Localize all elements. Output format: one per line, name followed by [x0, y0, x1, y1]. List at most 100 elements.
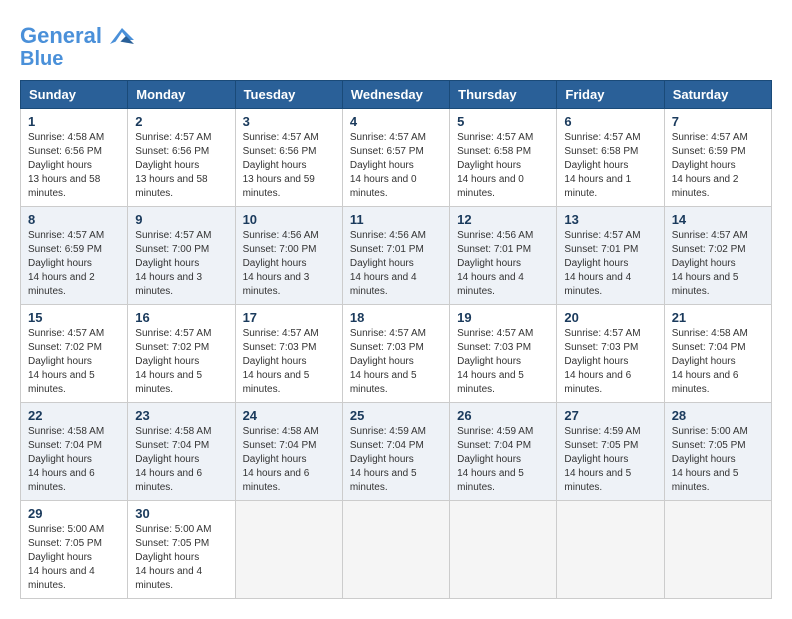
table-row — [664, 501, 771, 599]
day-info: Sunrise: 4:58 AMSunset: 6:56 PMDaylight … — [28, 131, 120, 201]
logo-icon — [106, 20, 138, 52]
day-number: 5 — [457, 114, 549, 129]
day-info: Sunrise: 4:57 AMSunset: 7:03 PMDaylight … — [457, 327, 549, 397]
day-number: 17 — [243, 310, 335, 325]
day-number: 22 — [28, 408, 120, 423]
weekday-header-tuesday: Tuesday — [235, 81, 342, 109]
day-info: Sunrise: 4:57 AMSunset: 7:03 PMDaylight … — [564, 327, 656, 397]
day-number: 14 — [672, 212, 764, 227]
table-row: 25 Sunrise: 4:59 AMSunset: 7:04 PMDayligh… — [342, 403, 449, 501]
day-info: Sunrise: 4:57 AMSunset: 7:02 PMDaylight … — [28, 327, 120, 397]
table-row: 28 Sunrise: 5:00 AMSunset: 7:05 PMDayligh… — [664, 403, 771, 501]
day-info: Sunrise: 4:57 AMSunset: 7:00 PMDaylight … — [135, 229, 227, 299]
day-number: 19 — [457, 310, 549, 325]
table-row: 14 Sunrise: 4:57 AMSunset: 7:02 PMDayligh… — [664, 207, 771, 305]
table-row: 29 Sunrise: 5:00 AMSunset: 7:05 PMDayligh… — [21, 501, 128, 599]
day-number: 18 — [350, 310, 442, 325]
table-row: 30Sunrise: 5:00 AMSunset: 7:05 PMDayligh… — [128, 501, 235, 599]
day-number: 11 — [350, 212, 442, 227]
day-number: 4 — [350, 114, 442, 129]
table-row: 27Sunrise: 4:59 AMSunset: 7:05 PMDayligh… — [557, 403, 664, 501]
table-row: 1 Sunrise: 4:58 AMSunset: 6:56 PMDaylight… — [21, 109, 128, 207]
day-info: Sunrise: 4:59 AMSunset: 7:05 PMDaylight … — [564, 425, 656, 495]
day-number: 10 — [243, 212, 335, 227]
table-row: 19 Sunrise: 4:57 AMSunset: 7:03 PMDayligh… — [450, 305, 557, 403]
day-number: 1 — [28, 114, 120, 129]
day-info: Sunrise: 4:58 AMSunset: 7:04 PMDaylight … — [672, 327, 764, 397]
day-info: Sunrise: 4:58 AMSunset: 7:04 PMDaylight … — [28, 425, 120, 495]
day-info: Sunrise: 4:57 AMSunset: 6:57 PMDaylight … — [350, 131, 442, 201]
day-info: Sunrise: 4:57 AMSunset: 7:03 PMDaylight … — [243, 327, 335, 397]
table-row: 4 Sunrise: 4:57 AMSunset: 6:57 PMDaylight… — [342, 109, 449, 207]
day-info: Sunrise: 5:00 AMSunset: 7:05 PMDaylight … — [28, 523, 120, 593]
day-number: 29 — [28, 506, 120, 521]
table-row: 24 Sunrise: 4:58 AMSunset: 7:04 PMDayligh… — [235, 403, 342, 501]
day-number: 28 — [672, 408, 764, 423]
table-row: 22 Sunrise: 4:58 AMSunset: 7:04 PMDayligh… — [21, 403, 128, 501]
day-number: 6 — [564, 114, 656, 129]
table-row: 7Sunrise: 4:57 AMSunset: 6:59 PMDaylight… — [664, 109, 771, 207]
table-row: 12 Sunrise: 4:56 AMSunset: 7:01 PMDayligh… — [450, 207, 557, 305]
day-info: Sunrise: 4:57 AMSunset: 6:59 PMDaylight … — [672, 131, 764, 201]
day-info: Sunrise: 5:00 AMSunset: 7:05 PMDaylight … — [135, 523, 227, 593]
weekday-header-saturday: Saturday — [664, 81, 771, 109]
day-info: Sunrise: 4:57 AMSunset: 7:01 PMDaylight … — [564, 229, 656, 299]
table-row: 11 Sunrise: 4:56 AMSunset: 7:01 PMDayligh… — [342, 207, 449, 305]
day-info: Sunrise: 4:57 AMSunset: 6:56 PMDaylight … — [135, 131, 227, 201]
day-number: 26 — [457, 408, 549, 423]
logo-text: General — [20, 24, 102, 48]
day-info: Sunrise: 4:57 AMSunset: 7:02 PMDaylight … — [135, 327, 227, 397]
day-number: 25 — [350, 408, 442, 423]
table-row: 23 Sunrise: 4:58 AMSunset: 7:04 PMDayligh… — [128, 403, 235, 501]
weekday-header-wednesday: Wednesday — [342, 81, 449, 109]
table-row — [342, 501, 449, 599]
day-info: Sunrise: 4:57 AMSunset: 6:56 PMDaylight … — [243, 131, 335, 201]
table-row — [450, 501, 557, 599]
weekday-header-friday: Friday — [557, 81, 664, 109]
table-row: 13Sunrise: 4:57 AMSunset: 7:01 PMDayligh… — [557, 207, 664, 305]
table-row: 6 Sunrise: 4:57 AMSunset: 6:58 PMDaylight… — [557, 109, 664, 207]
table-row: 16 Sunrise: 4:57 AMSunset: 7:02 PMDayligh… — [128, 305, 235, 403]
day-number: 8 — [28, 212, 120, 227]
day-number: 23 — [135, 408, 227, 423]
logo: General Blue — [20, 20, 138, 70]
table-row: 8 Sunrise: 4:57 AMSunset: 6:59 PMDaylight… — [21, 207, 128, 305]
table-row: 18 Sunrise: 4:57 AMSunset: 7:03 PMDayligh… — [342, 305, 449, 403]
day-number: 24 — [243, 408, 335, 423]
day-number: 12 — [457, 212, 549, 227]
table-row: 20 Sunrise: 4:57 AMSunset: 7:03 PMDayligh… — [557, 305, 664, 403]
day-number: 16 — [135, 310, 227, 325]
day-info: Sunrise: 5:00 AMSunset: 7:05 PMDaylight … — [672, 425, 764, 495]
table-row: 9 Sunrise: 4:57 AMSunset: 7:00 PMDaylight… — [128, 207, 235, 305]
table-row: 3 Sunrise: 4:57 AMSunset: 6:56 PMDaylight… — [235, 109, 342, 207]
day-info: Sunrise: 4:57 AMSunset: 7:02 PMDaylight … — [672, 229, 764, 299]
page-header: General Blue — [20, 20, 772, 70]
weekday-header-sunday: Sunday — [21, 81, 128, 109]
day-number: 21 — [672, 310, 764, 325]
table-row: 5Sunrise: 4:57 AMSunset: 6:58 PMDaylight… — [450, 109, 557, 207]
table-row — [235, 501, 342, 599]
day-info: Sunrise: 4:57 AMSunset: 7:03 PMDaylight … — [350, 327, 442, 397]
day-info: Sunrise: 4:56 AMSunset: 7:01 PMDaylight … — [350, 229, 442, 299]
day-info: Sunrise: 4:57 AMSunset: 6:58 PMDaylight … — [564, 131, 656, 201]
day-info: Sunrise: 4:56 AMSunset: 7:01 PMDaylight … — [457, 229, 549, 299]
day-info: Sunrise: 4:57 AMSunset: 6:59 PMDaylight … — [28, 229, 120, 299]
day-number: 2 — [135, 114, 227, 129]
day-info: Sunrise: 4:56 AMSunset: 7:00 PMDaylight … — [243, 229, 335, 299]
table-row: 2 Sunrise: 4:57 AMSunset: 6:56 PMDaylight… — [128, 109, 235, 207]
day-info: Sunrise: 4:59 AMSunset: 7:04 PMDaylight … — [350, 425, 442, 495]
table-row: 26Sunrise: 4:59 AMSunset: 7:04 PMDayligh… — [450, 403, 557, 501]
day-info: Sunrise: 4:58 AMSunset: 7:04 PMDaylight … — [135, 425, 227, 495]
weekday-header-thursday: Thursday — [450, 81, 557, 109]
table-row: 15 Sunrise: 4:57 AMSunset: 7:02 PMDayligh… — [21, 305, 128, 403]
day-info: Sunrise: 4:58 AMSunset: 7:04 PMDaylight … — [243, 425, 335, 495]
calendar: SundayMondayTuesdayWednesdayThursdayFrid… — [20, 80, 772, 599]
day-number: 3 — [243, 114, 335, 129]
day-number: 15 — [28, 310, 120, 325]
table-row: 21 Sunrise: 4:58 AMSunset: 7:04 PMDayligh… — [664, 305, 771, 403]
table-row: 17 Sunrise: 4:57 AMSunset: 7:03 PMDayligh… — [235, 305, 342, 403]
day-number: 20 — [564, 310, 656, 325]
table-row: 10 Sunrise: 4:56 AMSunset: 7:00 PMDayligh… — [235, 207, 342, 305]
day-number: 9 — [135, 212, 227, 227]
weekday-header-monday: Monday — [128, 81, 235, 109]
